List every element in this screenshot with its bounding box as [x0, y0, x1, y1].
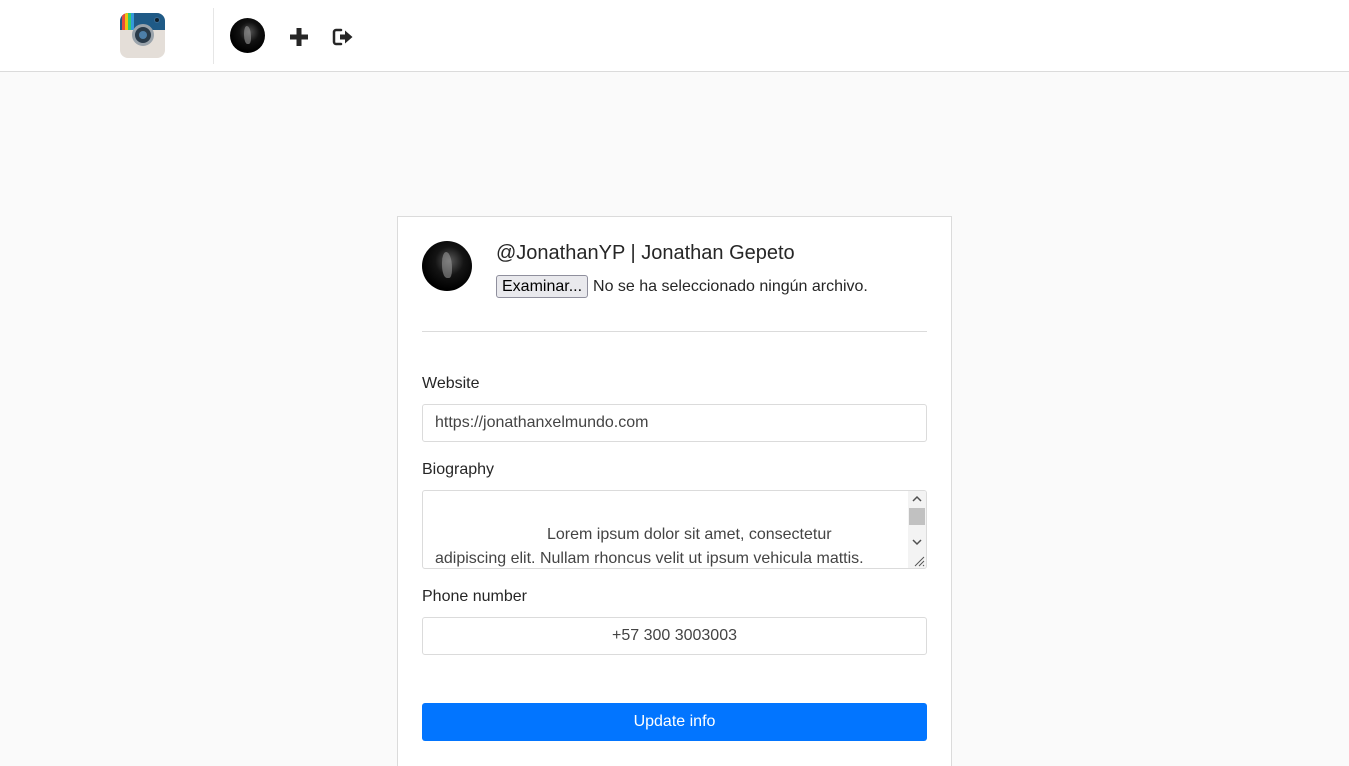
biography-text: Lorem ipsum dolor sit amet, consectetur …	[435, 526, 864, 567]
logo-stripes	[122, 13, 134, 30]
website-label: Website	[422, 375, 480, 392]
update-info-button[interactable]: Update info	[422, 703, 927, 741]
plus-icon[interactable]	[288, 26, 310, 48]
phone-input[interactable]	[422, 617, 927, 655]
file-status: No se ha seleccionado ningún archivo.	[593, 277, 868, 295]
divider	[422, 331, 927, 332]
instagram-logo[interactable]	[120, 13, 165, 58]
logo-flash	[154, 17, 160, 23]
biography-textarea[interactable]: Lorem ipsum dolor sit amet, consectetur …	[422, 490, 927, 569]
biography-label: Biography	[422, 461, 495, 478]
chevron-up-icon[interactable]	[912, 494, 922, 504]
profile-avatar	[422, 241, 472, 291]
profile-title: @JonathanYP | Jonathan Gepeto	[496, 242, 795, 264]
resize-grip-icon[interactable]	[913, 555, 925, 567]
phone-label: Phone number	[422, 588, 527, 605]
navbar	[0, 0, 1349, 72]
browse-file-button[interactable]: Examinar...	[496, 275, 589, 298]
file-upload: Examinar... No se ha seleccionado ningún…	[496, 275, 868, 298]
edit-profile-card: @JonathanYP | Jonathan Gepeto Examinar..…	[397, 216, 952, 766]
nav-divider	[213, 8, 214, 64]
avatar[interactable]	[230, 18, 265, 53]
logo-lens	[132, 24, 154, 46]
website-input[interactable]	[422, 404, 927, 442]
logout-icon[interactable]	[332, 27, 354, 47]
chevron-down-icon[interactable]	[912, 537, 922, 547]
scroll-thumb[interactable]	[909, 508, 925, 525]
